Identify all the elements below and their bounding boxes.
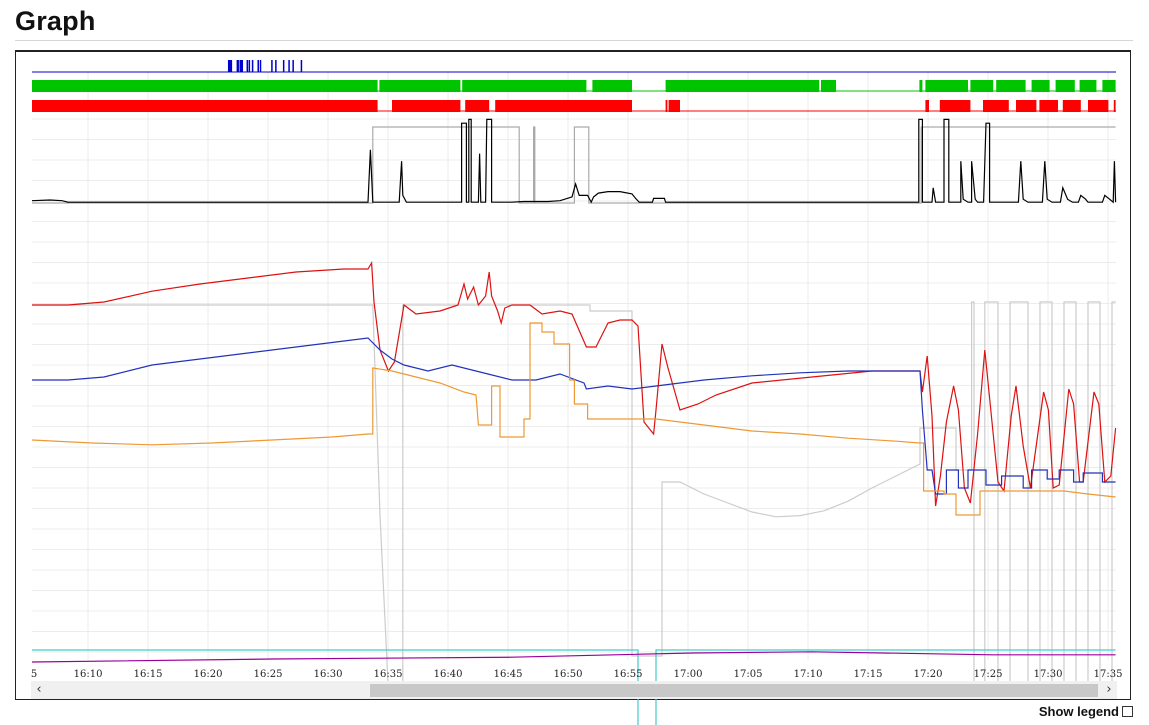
x-tick-label: 17:15 <box>854 669 883 680</box>
event-mark <box>237 60 239 72</box>
event-bar <box>379 80 461 92</box>
x-tick-label: 16:40 <box>434 669 463 680</box>
event-mark <box>271 60 273 72</box>
event-mark <box>241 60 244 72</box>
event-bar <box>970 80 994 92</box>
x-tick-label: 16:25 <box>254 669 283 680</box>
event-mark <box>230 60 233 72</box>
event-bar <box>462 80 587 92</box>
x-tick-label: 16:30 <box>314 669 343 680</box>
x-tick-label: 17:30 <box>1034 669 1063 680</box>
x-tick-label: 17:00 <box>674 669 703 680</box>
x-tick-label: 16:35 <box>374 669 403 680</box>
x-tick-label: 17:35 <box>1094 669 1123 680</box>
x-tick-label: 17:05 <box>734 669 763 680</box>
event-bar <box>592 80 632 92</box>
event-bar <box>1031 80 1050 92</box>
series-line-4 <box>32 337 1116 495</box>
event-bar <box>665 80 820 92</box>
event-mark <box>292 60 294 72</box>
event-bar <box>1079 80 1097 92</box>
event-bar <box>32 80 378 92</box>
x-tick-label: 16:45 <box>494 669 523 680</box>
event-bar <box>919 80 923 92</box>
event-bar <box>495 100 632 112</box>
series-line-7 <box>31 651 1116 663</box>
series-line-2 <box>32 301 1116 693</box>
event-bar <box>665 100 668 112</box>
event-mark <box>246 60 249 72</box>
event-mark <box>248 60 251 72</box>
scroll-right-icon[interactable]: › <box>1101 681 1117 699</box>
series-line-1 <box>31 118 1117 204</box>
event-mark <box>275 60 277 72</box>
event-bar <box>996 80 1026 92</box>
x-tick-label: 17:10 <box>794 669 823 680</box>
x-tick-label: 17:25 <box>974 669 1003 680</box>
event-bar <box>1039 100 1058 112</box>
x-tick-label: 16:50 <box>554 669 583 680</box>
event-bar <box>1062 100 1081 112</box>
event-bar <box>1102 80 1116 92</box>
event-bar <box>668 100 680 112</box>
event-bar <box>465 100 490 112</box>
series-line-5 <box>31 322 1116 516</box>
scroll-thumb[interactable] <box>370 684 1098 697</box>
x-tick-label: 17:20 <box>914 669 943 680</box>
event-mark <box>251 60 254 72</box>
x-tick-label: 16:10 <box>74 669 103 680</box>
show-legend-toggle[interactable]: Show legend <box>1039 704 1133 719</box>
event-bar <box>939 100 971 112</box>
x-tick-label: 16:20 <box>194 669 223 680</box>
event-bar <box>1055 80 1075 92</box>
x-tick-label: 16:15 <box>134 669 163 680</box>
show-legend-label: Show legend <box>1038 704 1119 719</box>
x-tick-label: 16:55 <box>614 669 643 680</box>
chart-svg: 5 16:10 16:15 16:20 16:25 16:30 16:35 16:40 16:4… <box>31 60 1123 725</box>
event-bar <box>1088 100 1109 112</box>
show-legend-checkbox[interactable] <box>1122 706 1133 717</box>
event-mark <box>282 60 285 72</box>
event-bar <box>1016 100 1037 112</box>
event-bar <box>821 80 836 92</box>
event-bar <box>32 100 378 112</box>
event-mark <box>288 60 290 72</box>
event-mark <box>259 60 262 72</box>
x-tick-label: 5 <box>31 669 37 680</box>
event-mark <box>257 60 259 72</box>
event-bar <box>925 80 968 92</box>
event-bar <box>392 100 461 112</box>
event-mark <box>300 60 303 72</box>
scroll-left-icon[interactable]: ‹ <box>31 681 47 699</box>
event-bar <box>925 100 929 112</box>
event-bar <box>983 100 1009 112</box>
event-bar <box>1113 100 1116 112</box>
time-scrollbar[interactable]: ‹ › <box>31 681 1117 699</box>
